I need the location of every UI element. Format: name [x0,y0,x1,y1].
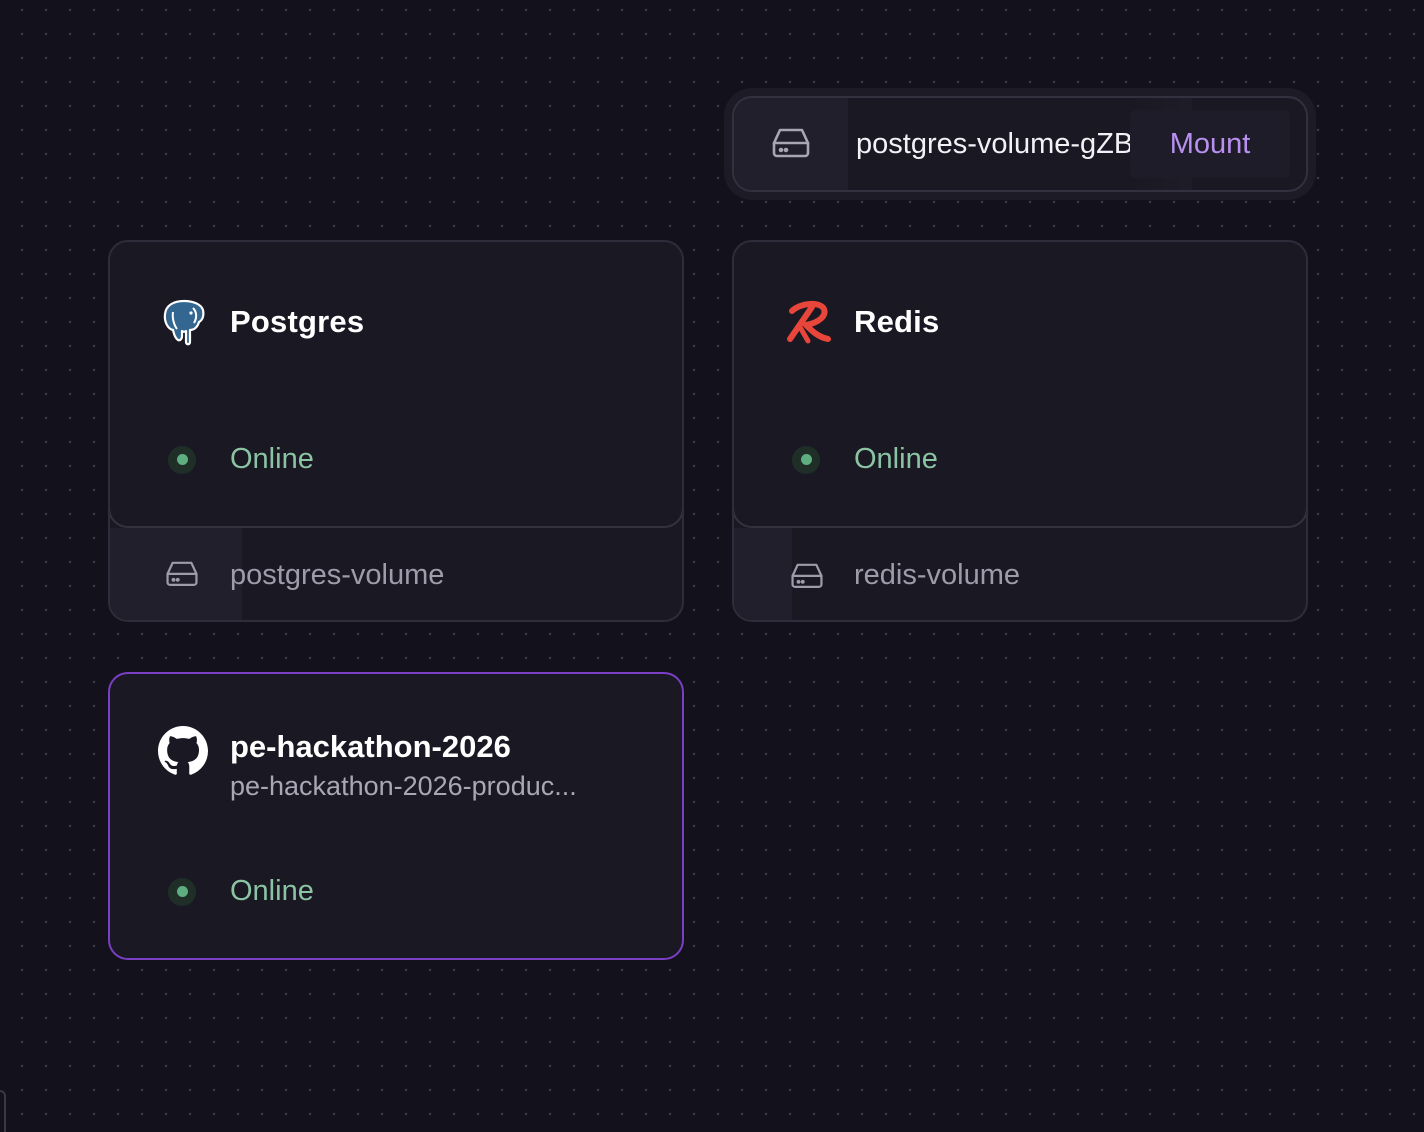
postgres-service-group[interactable]: Postgres Online postgres-volume [108,240,684,622]
postgres-volume-name: postgres-volume [230,558,445,591]
floating-volume-inner: postgres-volume-gZBf Mount [732,96,1308,192]
postgres-status: Online [168,443,314,476]
redis-volume-strip[interactable]: redis-volume [734,528,1306,620]
mount-button[interactable]: Mount [1130,110,1290,178]
online-status-dot [168,877,196,906]
redis-card-header: Redis [784,298,939,346]
floating-volume-name: postgres-volume-gZBf [856,127,1142,160]
repo-card-header: pe-hackathon-2026 pe-hackathon-2026-prod… [158,726,577,806]
repo-status-text: Online [230,875,314,907]
redis-service-card[interactable]: Redis Online [734,242,1306,528]
redis-status: Online [792,443,938,476]
postgres-status-text: Online [230,443,314,475]
postgres-title: Postgres [230,304,365,339]
postgres-service-card[interactable]: Postgres Online [110,242,682,528]
canvas-corner-handle [0,1090,6,1132]
redis-icon [784,298,832,346]
online-status-dot [168,445,196,474]
postgres-card-header: Postgres [160,298,364,346]
repo-title: pe-hackathon-2026 [230,729,511,764]
redis-status-text: Online [854,443,938,475]
repo-service-card[interactable]: pe-hackathon-2026 pe-hackathon-2026-prod… [108,672,684,960]
redis-title: Redis [854,304,940,339]
redis-service-group[interactable]: Redis Online redis-volume [732,240,1308,622]
repo-text: pe-hackathon-2026 pe-hackathon-2026-prod… [230,728,577,806]
redis-volume-icon-column [734,528,792,620]
online-status-dot [792,445,820,474]
floating-volume-chip[interactable]: postgres-volume-gZBf Mount [724,88,1316,200]
redis-volume-name: redis-volume [854,558,1020,591]
github-icon [158,726,208,781]
project-canvas[interactable]: postgres-volume-gZBf Mount Postgres Onli… [0,0,1424,1132]
hard-drive-icon [790,561,824,594]
repo-subtitle: pe-hackathon-2026-produc... [230,771,577,801]
postgres-elephant-icon [160,298,208,346]
floating-volume-icon-column [734,98,848,190]
repo-status: Online [168,875,314,908]
hard-drive-icon [165,559,199,592]
hard-drive-icon [771,126,811,163]
postgres-volume-strip[interactable]: postgres-volume [110,528,682,620]
postgres-volume-icon-column [110,528,242,620]
